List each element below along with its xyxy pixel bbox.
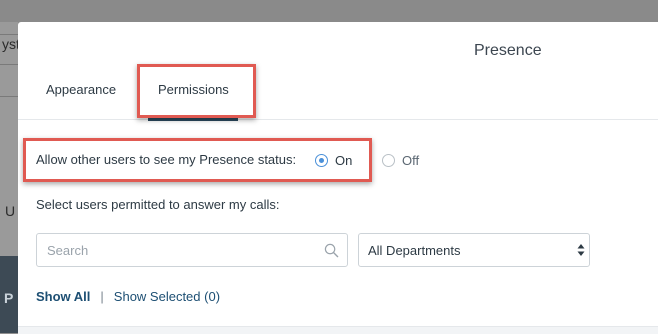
presence-setting-label: Allow other users to see my Presence sta… <box>36 151 297 167</box>
radio-checked-icon <box>315 154 328 167</box>
presence-on-radio[interactable]: On <box>315 153 352 168</box>
active-tab-indicator <box>148 118 238 121</box>
background-text-bottom: P <box>4 290 14 306</box>
department-select-value: All Departments <box>368 243 461 258</box>
tab-appearance[interactable]: Appearance <box>46 78 116 120</box>
presence-on-label: On <box>335 153 353 168</box>
search-field[interactable] <box>36 233 348 267</box>
search-input[interactable] <box>47 242 317 258</box>
filter-row: Show All | Show Selected (0) <box>36 289 220 304</box>
show-all-link[interactable]: Show All <box>36 289 90 304</box>
show-selected-link[interactable]: Show Selected (0) <box>114 289 220 304</box>
radio-unchecked-icon <box>382 154 395 167</box>
tab-bar: Appearance Permissions <box>18 77 658 121</box>
tab-permissions[interactable]: Permissions <box>158 78 229 120</box>
filter-separator: | <box>100 289 104 304</box>
presence-off-radio[interactable]: Off <box>382 153 419 168</box>
background-divider <box>0 64 18 65</box>
answer-calls-label: Select users permitted to answer my call… <box>36 197 280 212</box>
presence-off-label: Off <box>402 153 420 168</box>
search-icon[interactable] <box>324 243 339 258</box>
background-divider <box>0 34 18 35</box>
presence-modal: Presence Appearance Permissions Allow ot… <box>18 22 658 334</box>
department-select[interactable]: All Departments <box>358 233 590 267</box>
background-divider <box>0 96 18 97</box>
up-down-arrows-icon <box>577 244 585 256</box>
presence-setting-row: Allow other users to see my Presence sta… <box>36 150 296 168</box>
modal-title: Presence <box>474 42 542 59</box>
